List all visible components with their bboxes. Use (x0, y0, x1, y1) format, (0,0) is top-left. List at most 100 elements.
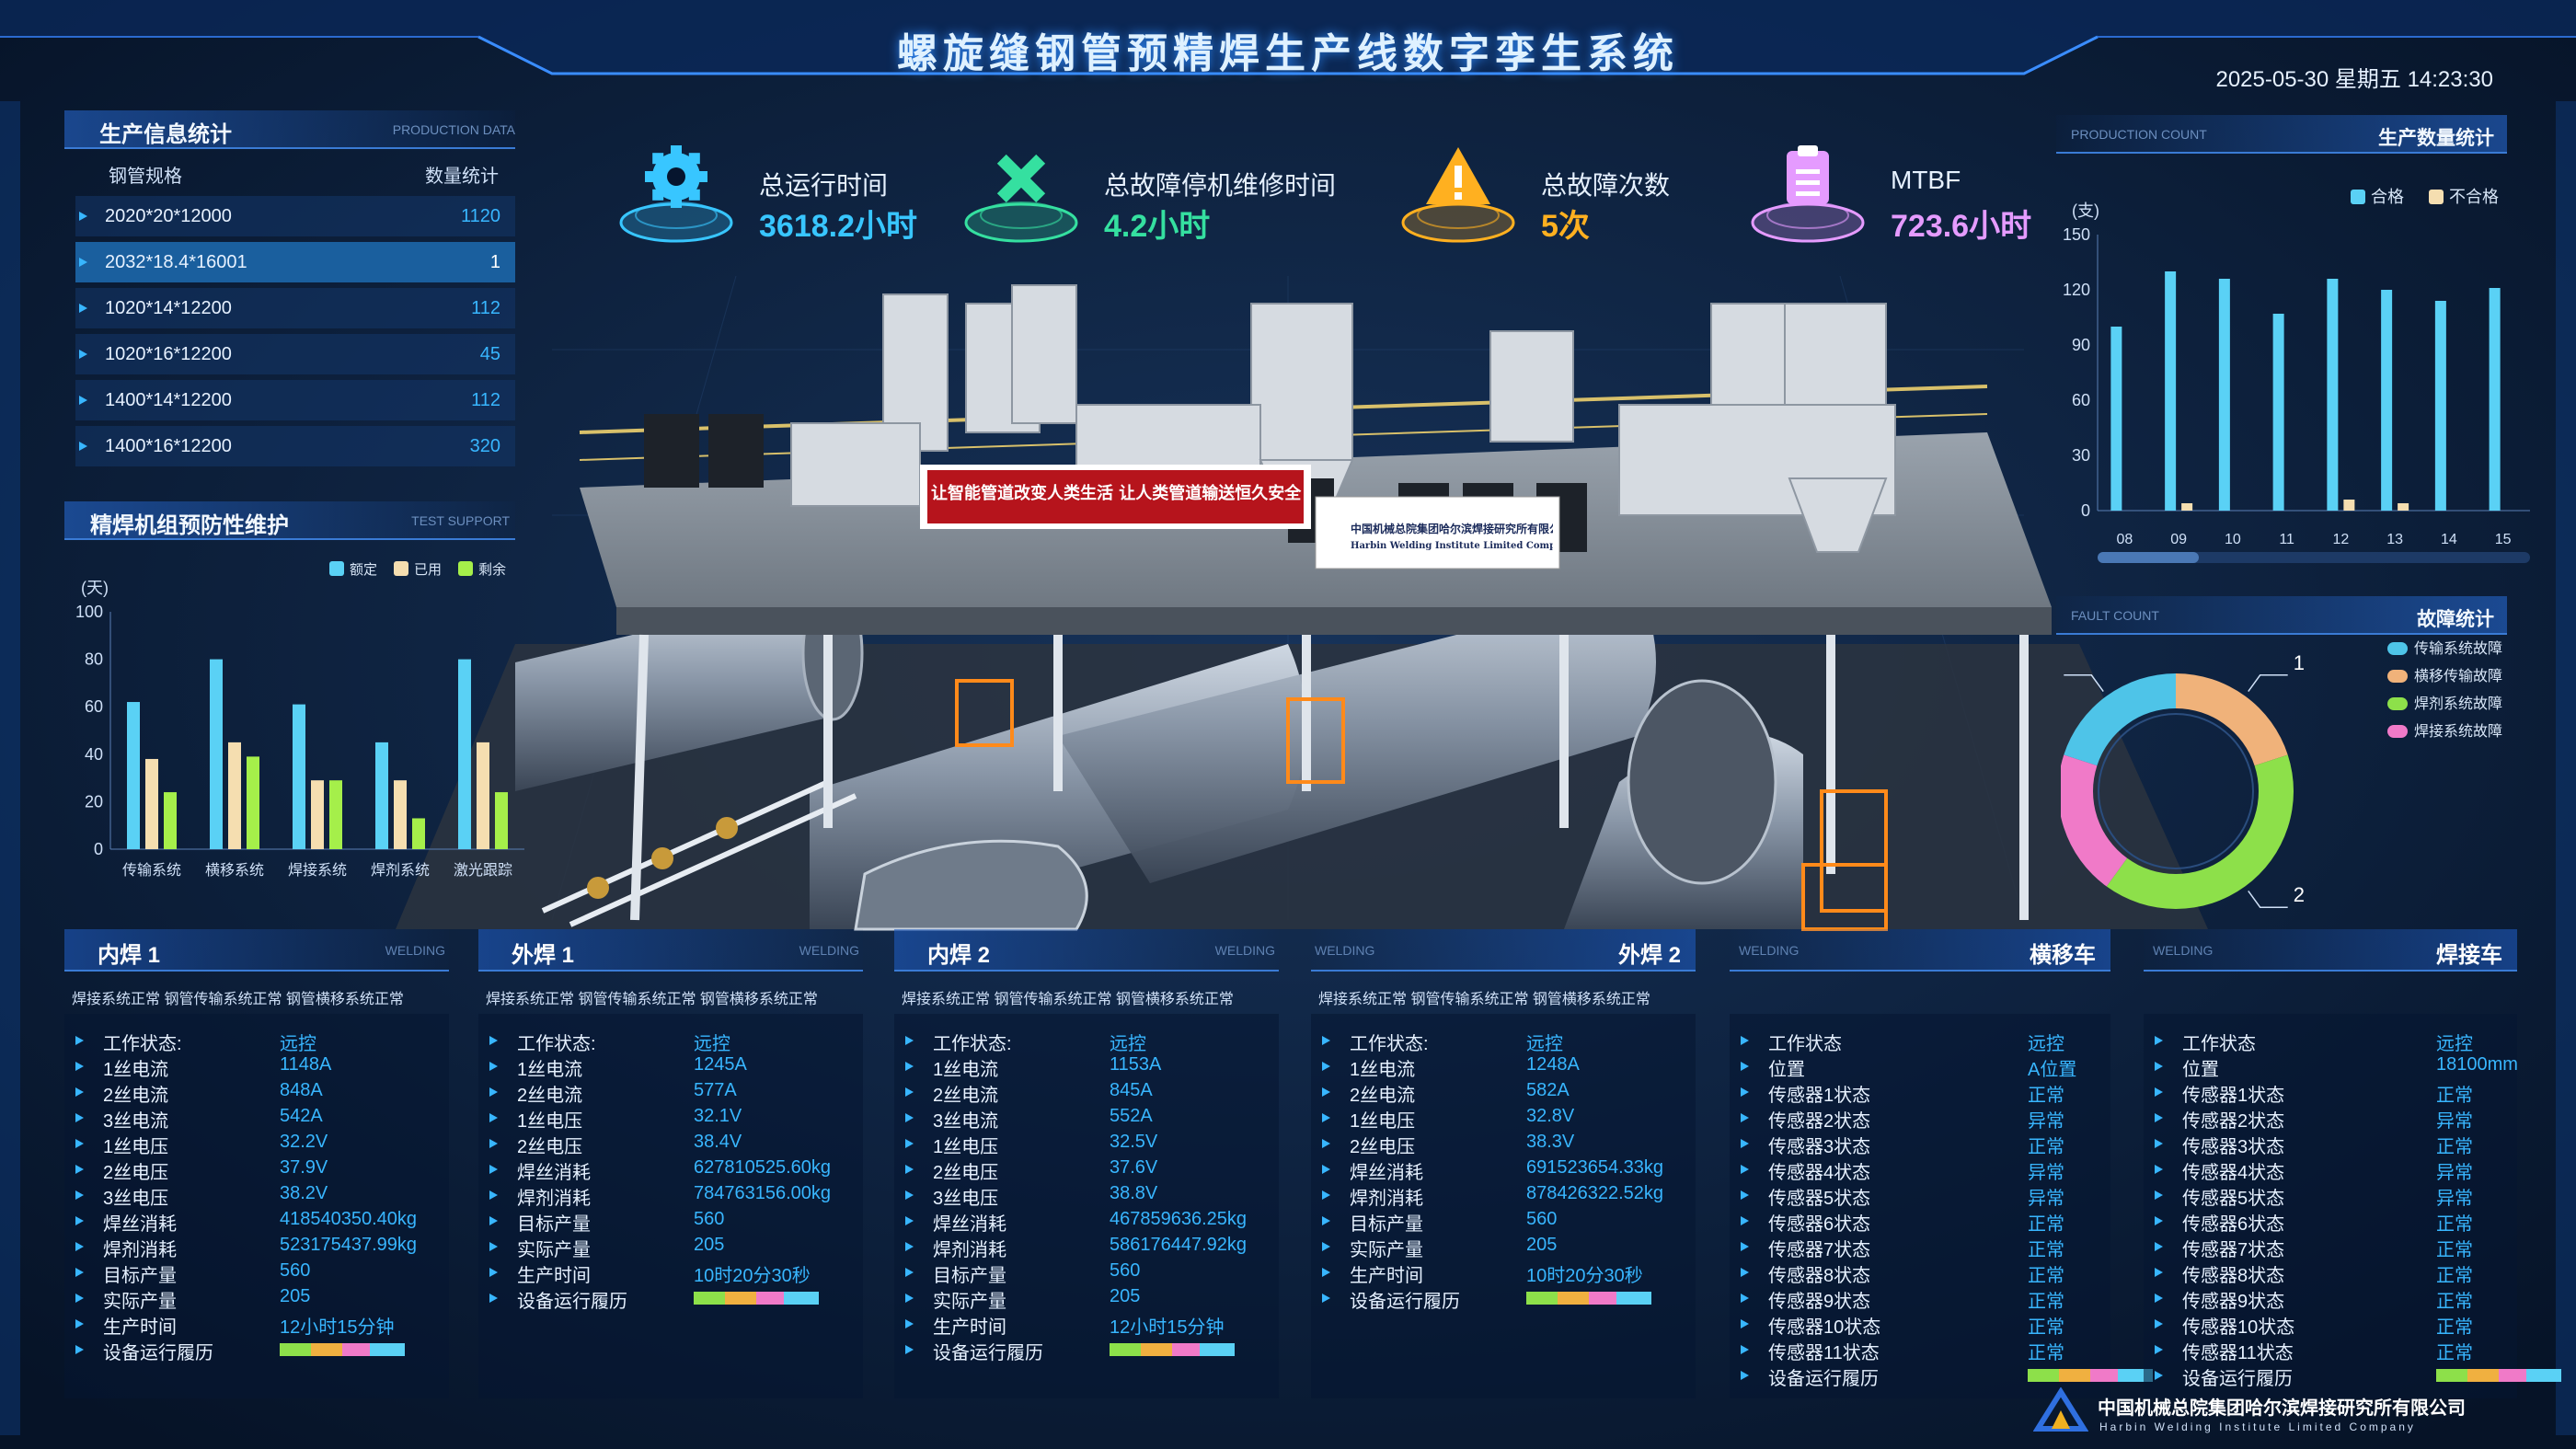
bar-已用[interactable] (228, 742, 241, 849)
panel-status-line: 焊接系统正常 钢管传输系统正常 钢管横移系统正常 (1318, 992, 1650, 1007)
legend-label[interactable]: 剩余 (478, 561, 506, 578)
bar-已用[interactable] (477, 742, 489, 849)
production-row[interactable]: 1400*14*12200 112 (75, 380, 515, 420)
field-label: 1丝电压 (103, 1137, 169, 1157)
run-history-bar[interactable] (694, 1292, 819, 1305)
y-tick-label: 30 (2072, 446, 2090, 465)
bar-合格[interactable] (2165, 271, 2177, 511)
production-row[interactable]: 2020*20*12000 1120 (75, 196, 515, 236)
fault-slice[interactable] (2064, 673, 2176, 766)
production-row[interactable]: 1020*14*12200 112 (75, 288, 515, 328)
panel-field: 2丝电压 38.3V (1322, 1132, 1685, 1157)
legend-label[interactable]: 合格 (2371, 188, 2404, 206)
history-segment (756, 1292, 784, 1305)
legend-swatch (394, 561, 408, 576)
production-count-chart: (支) 0 30 60 90 120 150 08 09 10 11 12 13 14 15 合格 不合格 (2063, 188, 2530, 563)
history-segment (725, 1292, 756, 1305)
bar-剩余[interactable] (329, 780, 342, 849)
bar-合格[interactable] (2327, 279, 2339, 511)
bar-不合格[interactable] (2343, 500, 2355, 511)
row-bullet-icon (79, 442, 87, 451)
legend-label[interactable]: 额定 (350, 562, 377, 578)
run-history-bar[interactable] (1526, 1292, 1651, 1305)
field-value: 正常 (2028, 1240, 2064, 1260)
production-row[interactable]: 2032*18.4*16001 1 (75, 242, 515, 282)
bar-已用[interactable] (394, 780, 407, 849)
bar-额定[interactable] (210, 659, 223, 849)
bar-已用[interactable] (145, 758, 158, 849)
panel-field: 工作状态: 远控 (75, 1029, 438, 1054)
bar-已用[interactable] (311, 780, 324, 849)
legend-label[interactable]: 横移传输故障 (2414, 668, 2502, 684)
bar-合格[interactable] (2110, 327, 2122, 511)
kpi-value: 3618.2小时 (759, 209, 917, 244)
field-bullet-icon (2155, 1036, 2163, 1045)
x-tick-label: 横移系统 (205, 862, 264, 879)
field-bullet-icon (75, 1062, 84, 1071)
field-value: 845A (1110, 1080, 1153, 1100)
history-segment (1558, 1292, 1589, 1305)
bar-额定[interactable] (127, 702, 140, 849)
bar-合格[interactable] (2218, 279, 2230, 511)
bar-额定[interactable] (458, 659, 471, 849)
field-value: 异常 (2028, 1189, 2064, 1209)
run-history-bar[interactable] (2436, 1369, 2561, 1382)
legend-swatch (458, 561, 473, 576)
panel-field: 实际产量 205 (1322, 1235, 1685, 1260)
panel-field: 3丝电流 552A (905, 1106, 1268, 1132)
bar-额定[interactable] (293, 704, 305, 849)
field-value: 12小时15分钟 (280, 1317, 395, 1338)
field-bullet-icon (905, 1036, 914, 1045)
production-row[interactable]: 1400*16*12200 320 (75, 426, 515, 466)
panel-field: 传感器8状态 正常 (2155, 1260, 2506, 1286)
field-value: 467859636.25kg (1110, 1209, 1248, 1229)
legend-label[interactable]: 不合格 (2449, 188, 2499, 206)
bar-合格[interactable] (2381, 290, 2393, 511)
bar-剩余[interactable] (247, 756, 259, 849)
datetime-display: 2025-05-30 星期五 14:23:30 (2215, 67, 2493, 92)
chart-scrollbar-thumb[interactable] (2098, 552, 2199, 563)
field-value: 远控 (280, 1034, 316, 1054)
bar-不合格[interactable] (2398, 503, 2409, 511)
bar-合格[interactable] (2272, 314, 2284, 511)
fault-slice[interactable] (2176, 673, 2288, 766)
field-label: 传感器11状态 (2182, 1343, 2294, 1363)
bar-剩余[interactable] (495, 792, 508, 849)
legend-label[interactable]: 传输系统故障 (2414, 640, 2502, 657)
field-label: 实际产量 (933, 1292, 1006, 1312)
run-history-bar[interactable] (1110, 1343, 1235, 1356)
panel-body: 工作状态: 远控 1丝电流 1153A 2丝电流 845A 3丝电流 552A 1丝电压 32.5… (894, 1014, 1279, 1398)
legend-label[interactable]: 已用 (414, 562, 442, 578)
panel-field: 生产时间 10时20分30秒 (1322, 1260, 1685, 1286)
field-bullet-icon (489, 1190, 498, 1200)
field-label: 焊剂消耗 (1350, 1189, 1423, 1209)
field-value: 582A (1526, 1080, 1570, 1100)
field-value: 远控 (1526, 1034, 1563, 1054)
field-value: 正常 (2436, 1343, 2473, 1363)
field-value: 远控 (2028, 1034, 2064, 1054)
bar-剩余[interactable] (412, 818, 425, 849)
panel-subtitle: WELDING (2153, 943, 2214, 958)
run-history-bar[interactable] (280, 1343, 405, 1356)
production-row[interactable]: 1020*16*12200 45 (75, 334, 515, 374)
field-value: 远控 (1110, 1034, 1146, 1054)
bar-不合格[interactable] (2181, 503, 2193, 511)
field-value: 异常 (2436, 1189, 2473, 1209)
field-label: 传感器7状态 (2182, 1240, 2285, 1260)
history-segment (1141, 1343, 1172, 1356)
legend-label[interactable]: 焊剂系统故障 (2414, 696, 2502, 712)
run-history-bar[interactable] (2028, 1369, 2153, 1382)
bar-剩余[interactable] (164, 792, 177, 849)
field-bullet-icon (905, 1242, 914, 1251)
production-count-subtitle: PRODUCTION COUNT (2071, 127, 2207, 142)
bar-额定[interactable] (375, 742, 388, 849)
fault-slice[interactable] (2061, 754, 2128, 887)
field-value: 37.9V (280, 1157, 328, 1178)
history-segment (2028, 1369, 2059, 1382)
y-tick-label: 40 (85, 745, 103, 764)
fault-slice[interactable] (2106, 754, 2294, 909)
y-axis-label: (支) (2072, 201, 2099, 220)
bar-合格[interactable] (2489, 288, 2501, 511)
legend-label[interactable]: 焊接系统故障 (2414, 723, 2502, 740)
bar-合格[interactable] (2434, 301, 2446, 511)
